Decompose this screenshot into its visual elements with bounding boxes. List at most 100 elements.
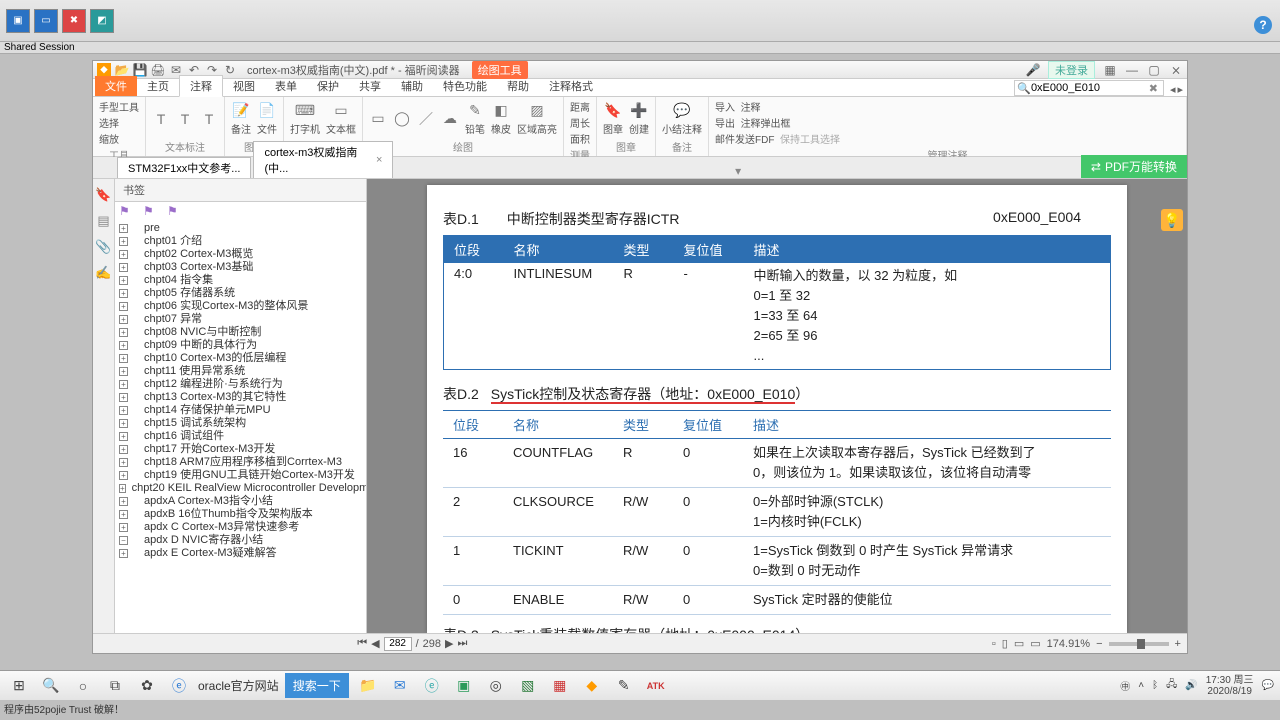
strikeout-icon[interactable]: T [200,110,218,128]
document-tab-0[interactable]: STM32F1xx中文参考... [117,157,251,178]
mail-icon[interactable]: ✉ [387,673,413,699]
search-prev-icon[interactable]: ◂ [1170,83,1176,96]
document-viewport[interactable]: 💡 表D.1 中断控制器类型寄存器ICTR 0xE000_E004 位段 名称 … [367,179,1187,633]
bookmark-item[interactable]: +chpt03 Cortex-M3基础 [119,261,362,274]
open-icon[interactable]: 📂 [115,63,129,77]
tab-help[interactable]: 帮助 [497,76,539,96]
bookmark-item[interactable]: +chpt02 Cortex-M3概览 [119,248,362,261]
stamp-button[interactable]: 🔖图章 [603,102,623,136]
bookmark-item[interactable]: +chpt07 异常 [119,313,362,326]
prev-page-icon[interactable]: ◀ [371,637,379,650]
desktop-icon-4[interactable]: ◩ [90,9,114,33]
bookmark-item[interactable]: +apdxA Cortex-M3指令小结 [119,495,362,508]
print-icon[interactable]: 🖨 [151,63,165,77]
oracle-link[interactable]: oracle官方网站 [198,677,279,694]
ie-icon[interactable]: ⓔ [166,673,192,699]
tab-close-icon[interactable]: × [376,154,382,166]
bm-new-icon[interactable]: ⚑ [143,204,157,218]
bookmark-item[interactable]: +chpt11 使用异常系统 [119,365,362,378]
mic-icon[interactable]: 🎤 [1026,63,1040,77]
pages-rail-icon[interactable]: ▤ [96,213,112,229]
distance-button[interactable]: 距离 [570,99,590,114]
tab-view[interactable]: 视图 [223,76,265,96]
grid-icon[interactable]: ▦ [1103,63,1117,77]
create-button[interactable]: ➕创建 [629,102,649,136]
foxit-icon[interactable]: ◆ [579,673,605,699]
tray-net-icon[interactable]: 🖧 [1166,677,1177,694]
bookmark-item[interactable]: +chpt20 KEIL RealView Microcontroller De… [119,482,362,495]
tab-comment[interactable]: 注释 [179,75,223,97]
bookmark-item[interactable]: +chpt14 存储保护单元MPU [119,404,362,417]
search-icon[interactable]: 🔍 [38,673,64,699]
save-icon[interactable]: 💾 [133,63,147,77]
popup-button[interactable]: 注释弹出框 [741,119,791,130]
min-icon[interactable]: — [1125,63,1139,77]
bookmark-item[interactable]: +chpt19 使用GNU工具链开始Cortex-M3开发 [119,469,362,482]
area-highlight-button[interactable]: ▨区域高亮 [517,102,557,136]
app-icon-3[interactable]: ◎ [483,673,509,699]
pdf-convert-button[interactable]: ⇄PDF万能转换 [1081,155,1187,178]
attach-rail-icon[interactable]: 📎 [96,239,112,255]
edge-icon[interactable]: ⓔ [419,673,445,699]
zoom-slider[interactable] [1109,642,1169,646]
app-icon-4[interactable]: ▧ [515,673,541,699]
close-icon[interactable]: ⨯ [1169,63,1183,77]
typewriter-button[interactable]: ⌨打字机 [290,102,320,136]
page-input[interactable] [384,637,412,651]
perimeter-button[interactable]: 周长 [570,115,590,130]
tray-ime-icon[interactable]: ㊥ [1120,678,1130,693]
bookmark-rail-icon[interactable]: 🔖 [96,187,112,203]
bookmark-list[interactable]: +pre+chpt01 介绍+chpt02 Cortex-M3概览+chpt03… [115,220,366,633]
taskview-icon[interactable]: ⧉ [102,673,128,699]
note-button[interactable]: 📝备注 [231,102,251,136]
bookmark-item[interactable]: +chpt10 Cortex-M3的低层编程 [119,352,362,365]
highlight-icon[interactable]: T [152,110,170,128]
tab-home[interactable]: 主页 [137,76,179,96]
rect-icon[interactable]: ▭ [369,110,387,128]
app-icon-1[interactable]: ✿ [134,673,160,699]
email-fdf-button[interactable]: 邮件发送FDF [715,135,774,146]
import-button[interactable]: 导入 [715,103,735,114]
tab-accessibility[interactable]: 辅助 [391,76,433,96]
hand-tool[interactable]: 手型工具 [99,99,139,114]
last-page-icon[interactable]: ⏭ [458,637,468,650]
history-icon[interactable]: ↻ [223,63,237,77]
tray-up-icon[interactable]: ˄ [1138,680,1144,691]
app-icon-6[interactable]: ✎ [611,673,637,699]
tab-protect[interactable]: 保护 [307,76,349,96]
file-attach-button[interactable]: 📄文件 [257,102,277,136]
start-icon[interactable]: ⊞ [6,673,32,699]
bookmark-item[interactable]: +chpt12 编程进阶·与系统行为 [119,378,362,391]
tab-file[interactable]: 文件 [95,76,137,96]
app-icon-7[interactable]: ATK [643,673,669,699]
search-clear-icon[interactable]: ✖ [1146,82,1161,95]
tray-vol-icon[interactable]: 🔊 [1185,680,1197,691]
desktop-icon-close[interactable]: ✖ [62,9,86,33]
bm-expand-icon[interactable]: ⚑ [119,204,133,218]
bookmark-item[interactable]: −apdx D NVIC寄存器小结 [119,534,362,547]
export-button[interactable]: 导出 [715,119,735,130]
select-tool[interactable]: 选择 [99,115,139,130]
bookmark-item[interactable]: +chpt13 Cortex-M3的其它特性 [119,391,362,404]
pencil-button[interactable]: ✎铅笔 [465,102,485,136]
taskbar-search-button[interactable]: 搜索一下 [285,673,349,698]
bookmark-item[interactable]: +chpt04 指令集 [119,274,362,287]
view-cont-icon[interactable]: ▯ [1002,637,1008,650]
search-input[interactable]: 🔍 0xE000_E010 ✖ [1014,80,1164,96]
cortana-icon[interactable]: ○ [70,673,96,699]
app-icon-2[interactable]: ▣ [451,673,477,699]
tip-badge-icon[interactable]: 💡 [1161,209,1183,231]
underline-icon[interactable]: T [176,110,194,128]
bm-delete-icon[interactable]: ⚑ [167,204,181,218]
search-next-icon[interactable]: ▸ [1177,83,1183,96]
tray-notif-icon[interactable]: 💬 [1262,680,1274,691]
area-button[interactable]: 面积 [570,131,590,146]
bookmark-item[interactable]: +chpt18 ARM7应用程序移植到Corrtex-M3 [119,456,362,469]
tab-form[interactable]: 表单 [265,76,307,96]
max-icon[interactable]: ▢ [1147,63,1161,77]
view-single-icon[interactable]: ▫ [992,638,996,650]
textbox-button[interactable]: ▭文本框 [326,102,356,136]
bookmark-item[interactable]: +chpt15 调试系统架构 [119,417,362,430]
bookmark-item[interactable]: +chpt08 NVIC与中断控制 [119,326,362,339]
tab-dropdown-icon[interactable]: ▾ [729,164,747,178]
